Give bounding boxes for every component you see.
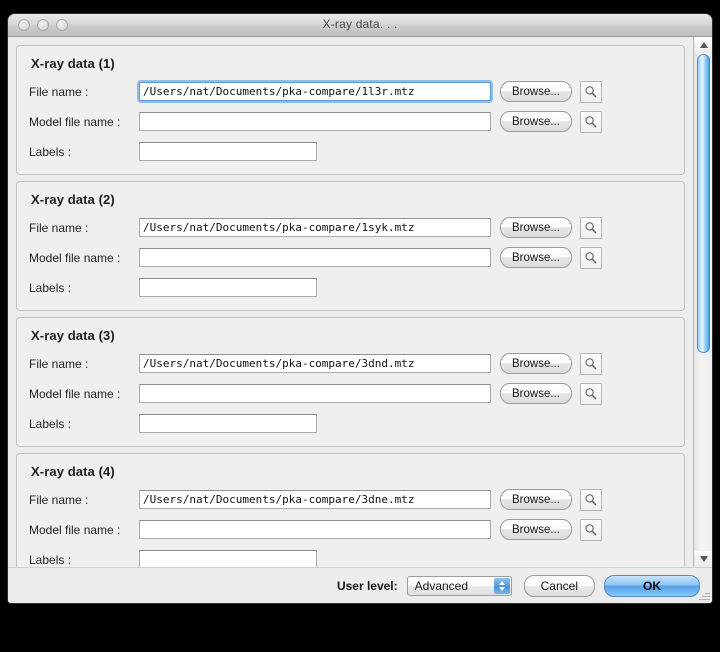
field-label: File name : — [29, 221, 139, 235]
scroll-down-arrow-icon[interactable] — [695, 551, 712, 567]
field-row: File name : Browse... — [29, 353, 674, 374]
field-row: Labels : — [29, 277, 674, 298]
field-row: Model file name : Browse... — [29, 247, 674, 268]
magnifier-icon[interactable] — [580, 353, 602, 375]
field-label: Model file name : — [29, 251, 139, 265]
field-row: Labels : — [29, 141, 674, 162]
window-titlebar[interactable]: X-ray data. . . — [8, 14, 712, 37]
scroll-viewport: X-ray data (1)File name :Browse...Model … — [8, 37, 693, 567]
browse-button[interactable]: Browse... — [500, 383, 572, 404]
field-label: File name : — [29, 357, 139, 371]
scroll-up-arrow-icon[interactable] — [695, 37, 712, 53]
xray-data-group: X-ray data (2)File name :Browse...Model … — [16, 181, 685, 311]
labels-input[interactable] — [139, 550, 317, 567]
browse-button[interactable]: Browse... — [500, 111, 572, 132]
model-file-name-input[interactable] — [139, 248, 491, 267]
stepper-arrows-icon[interactable] — [494, 578, 510, 594]
field-row: Labels : — [29, 413, 674, 434]
field-label: Model file name : — [29, 387, 139, 401]
model-file-name-input[interactable] — [139, 112, 491, 131]
field-label: File name : — [29, 493, 139, 507]
field-label: Labels : — [29, 281, 139, 295]
ok-button[interactable]: OK — [604, 575, 700, 597]
browse-button[interactable]: Browse... — [500, 519, 572, 540]
scrollbar-thumb[interactable] — [697, 54, 710, 353]
user-level-select[interactable]: Advanced — [407, 576, 512, 596]
magnifier-icon[interactable] — [580, 217, 602, 239]
labels-input[interactable] — [139, 142, 317, 161]
xray-data-group: X-ray data (3)File name :Browse...Model … — [16, 317, 685, 447]
group-title: X-ray data (1) — [31, 56, 674, 71]
file-name-input[interactable] — [139, 82, 491, 101]
window-title: X-ray data. . . — [8, 17, 712, 31]
field-row: Model file name : Browse... — [29, 519, 674, 540]
field-row: Model file name : Browse... — [29, 111, 674, 132]
field-label: File name : — [29, 85, 139, 99]
field-row: File name : Browse... — [29, 489, 674, 510]
dialog-window: X-ray data. . . X-ray data (1) File name … — [8, 14, 712, 603]
file-name-input[interactable] — [139, 490, 491, 509]
group-title: X-ray data (2) — [31, 192, 674, 207]
xray-data-group: X-ray data (4)File name :Browse...Model … — [16, 453, 685, 567]
window-content: X-ray data (1)File name :Browse...Model … — [8, 37, 712, 603]
magnifier-icon[interactable] — [580, 247, 602, 269]
vertical-scrollbar[interactable] — [693, 37, 712, 567]
dialog-bottom-bar: User level: Advanced Cancel OK — [8, 567, 712, 603]
browse-button[interactable]: Browse... — [500, 247, 572, 268]
browse-button[interactable]: Browse... — [500, 353, 572, 374]
model-file-name-input[interactable] — [139, 384, 491, 403]
xray-data-group: X-ray data (1)File name :Browse...Model … — [16, 45, 685, 175]
field-row: Labels : — [29, 549, 674, 567]
magnifier-icon[interactable] — [580, 383, 602, 405]
field-label: Model file name : — [29, 523, 139, 537]
cancel-button[interactable]: Cancel — [524, 575, 595, 597]
browse-button[interactable]: Browse... — [500, 489, 572, 510]
field-label: Labels : — [29, 417, 139, 431]
user-level-value: Advanced — [415, 579, 468, 593]
file-name-input[interactable] — [139, 354, 491, 373]
magnifier-icon[interactable] — [580, 519, 602, 541]
group-title: X-ray data (3) — [31, 328, 674, 343]
labels-input[interactable] — [139, 414, 317, 433]
model-file-name-input[interactable] — [139, 520, 491, 539]
field-label: Model file name : — [29, 115, 139, 129]
user-level-label: User level: — [337, 579, 398, 593]
field-row: File name : Browse... — [29, 217, 674, 238]
groups-container: X-ray data (1)File name :Browse...Model … — [8, 37, 693, 567]
field-label: Labels : — [29, 553, 139, 567]
magnifier-icon[interactable] — [580, 81, 602, 103]
file-name-input[interactable] — [139, 218, 491, 237]
field-row: Model file name : Browse... — [29, 383, 674, 404]
field-label: Labels : — [29, 145, 139, 159]
magnifier-icon[interactable] — [580, 489, 602, 511]
field-row: File name : Browse... — [29, 81, 674, 102]
magnifier-icon[interactable] — [580, 111, 602, 133]
group-title: X-ray data (4) — [31, 464, 674, 479]
labels-input[interactable] — [139, 278, 317, 297]
browse-button[interactable]: Browse... — [500, 81, 572, 102]
browse-button[interactable]: Browse... — [500, 217, 572, 238]
